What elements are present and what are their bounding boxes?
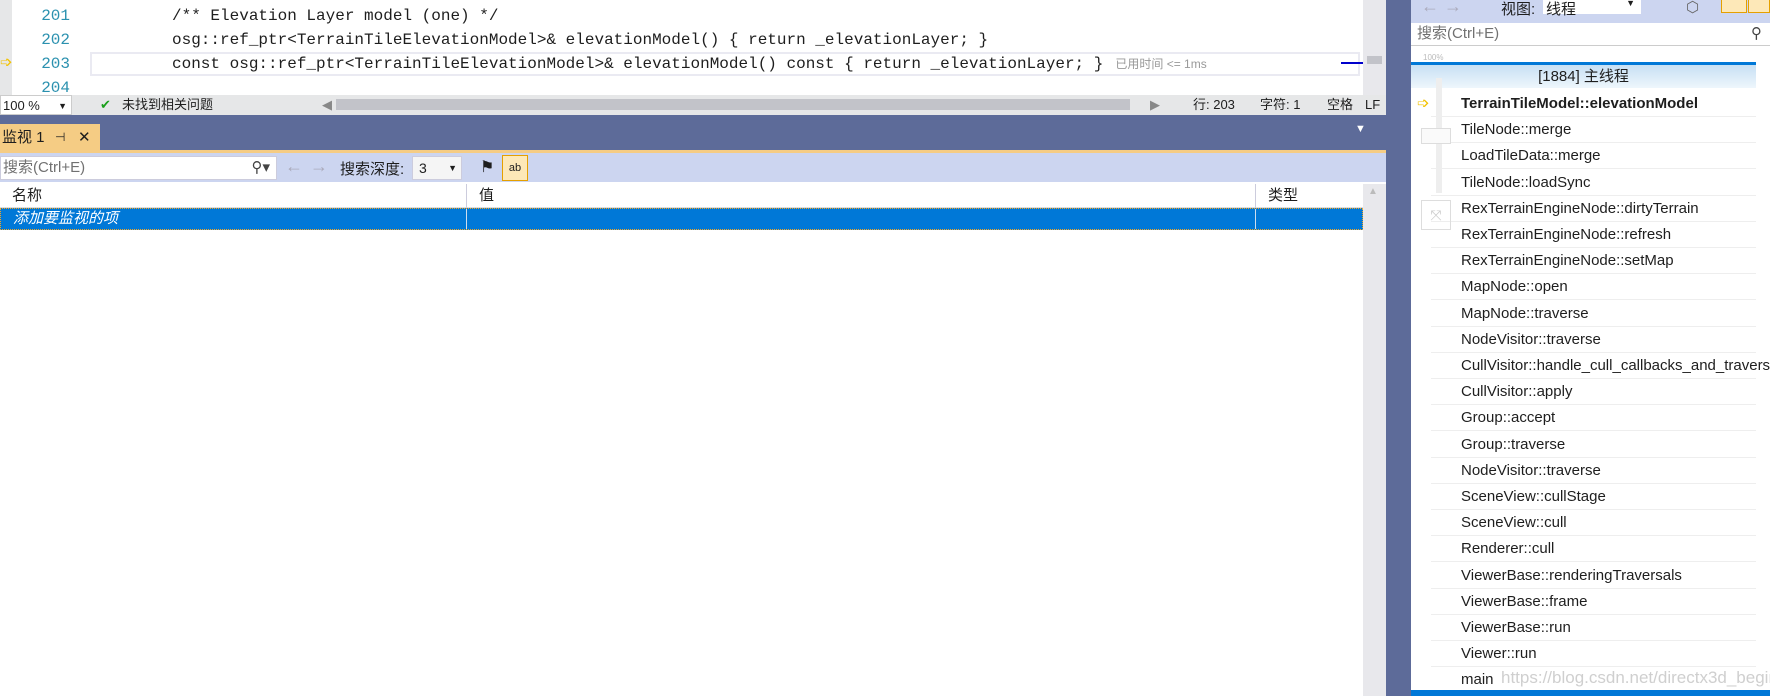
parallel-stacks-toolbar: ← → 视图: 线程 ▼ ⬡ — [1411, 0, 1770, 24]
caret-marker — [1341, 62, 1363, 64]
watch-toolbar: 搜索(Ctrl+E) ⚲▾ ← → 搜索深度: 3 ▼ ⚑ ab — [0, 150, 1386, 182]
zoom-select[interactable]: 100 % ▼ — [0, 95, 72, 115]
eol-indicator[interactable]: LF — [1365, 95, 1380, 115]
line-indicator[interactable]: 行: 203 — [1193, 95, 1235, 115]
chevron-down-icon: ▼ — [448, 163, 457, 173]
chevron-down-icon: ▼ — [1626, 0, 1635, 8]
close-icon[interactable]: ✕ — [78, 124, 91, 151]
hex-display-toggle-icon[interactable]: ab — [502, 155, 528, 181]
call-stack-panel: ← → 视图: 线程 ▼ ⬡ 搜索(Ctrl+E) ⚲ 100% [1884] 主线… — [1411, 0, 1770, 696]
code-line[interactable]: 201 /** Elevation Layer model (one) */ — [0, 4, 1363, 28]
stack-frame[interactable]: MapNode::open — [1431, 274, 1756, 301]
watermark: https://blog.csdn.net/directx3d_beginner — [1501, 668, 1770, 687]
stack-frame[interactable]: SceneView::cull — [1431, 510, 1756, 537]
stack-frame[interactable]: NodeVisitor::traverse — [1431, 458, 1756, 484]
zoom-to-fit-icon[interactable]: ⤧ — [1421, 200, 1451, 230]
stack-frame-list: ➩ TerrainTileModel::elevationModelTileNod… — [1411, 91, 1770, 694]
check-icon: ✔ — [100, 97, 111, 112]
frame-label: TerrainTileModel::elevationModel — [1461, 95, 1698, 112]
stack-frame[interactable]: CullVisitor::apply — [1431, 379, 1756, 406]
panel-splitter[interactable] — [1386, 0, 1411, 696]
watch-panel-titlebar: 监视 1 ⊣ ✕ ▼ — [0, 115, 1386, 151]
auto-scroll-icon[interactable] — [1748, 0, 1770, 13]
thread-header: [1884] 主线程 — [1411, 62, 1756, 88]
search-depth-select[interactable]: 3 ▼ — [412, 156, 462, 180]
stack-frame[interactable]: ➩ TerrainTileModel::elevationModel — [1417, 91, 1756, 117]
zoom-level: 100% — [1423, 53, 1444, 62]
column-value[interactable]: 值 — [466, 184, 1255, 208]
whitespace-indicator[interactable]: 空格 — [1327, 95, 1353, 115]
current-statement-arrow-icon: ➩ — [0, 55, 13, 72]
code-line[interactable]: 204 — [0, 76, 1363, 95]
watch-vertical-scrollbar[interactable]: ▲ — [1363, 184, 1386, 696]
forward-arrow-icon[interactable]: → — [310, 156, 328, 177]
column-divider — [1255, 209, 1256, 229]
code-text: const osg::ref_ptr<TerrainTileElevationM… — [172, 55, 1104, 73]
editor-status-bar: 100 % ▼ ✔ 未找到相关问题 ◀ ▶ 行: 203 字符: 1 空格 LF — [0, 95, 1386, 115]
stack-frame[interactable]: ViewerBase::frame — [1431, 589, 1756, 615]
issues-status[interactable]: 未找到相关问题 — [122, 95, 213, 115]
column-divider — [466, 209, 467, 229]
3d-view-icon[interactable]: ⬡ — [1686, 0, 1699, 16]
view-label: 视图: — [1501, 1, 1536, 18]
line-number: 202 — [41, 31, 70, 49]
pin-filter-icon[interactable]: ⚑ — [480, 157, 494, 177]
stack-frame[interactable]: Group::traverse — [1431, 432, 1756, 458]
line-number: 204 — [41, 79, 70, 95]
code-text: /** Elevation Layer model (one) */ — [172, 7, 499, 25]
zoom-slider-thumb[interactable] — [1421, 128, 1451, 144]
scroll-right-icon[interactable]: ▶ — [1150, 95, 1160, 115]
stack-frame[interactable]: Group::accept — [1431, 405, 1756, 432]
dropdown-icon[interactable]: ▼ — [1355, 123, 1366, 135]
stack-frame[interactable]: MapNode::traverse — [1431, 301, 1756, 327]
column-type[interactable]: 类型 — [1255, 184, 1363, 208]
stack-frame[interactable]: ViewerBase::renderingTraversals — [1431, 563, 1756, 589]
editor-vertical-scrollbar[interactable] — [1341, 0, 1386, 95]
pin-icon[interactable]: ⊣ — [55, 124, 65, 151]
chevron-down-icon: ▼ — [58, 101, 67, 111]
call-stack-search-input[interactable]: 搜索(Ctrl+E) ⚲ — [1411, 23, 1770, 46]
stack-frame[interactable]: Renderer::cull — [1431, 536, 1756, 563]
back-arrow-icon[interactable]: ← → — [1421, 0, 1462, 17]
column-name[interactable]: 名称 — [0, 184, 466, 208]
code-text: osg::ref_ptr<TerrainTileElevationModel>&… — [172, 31, 989, 49]
scrollbar-thumb[interactable] — [1367, 56, 1382, 64]
scroll-up-icon[interactable]: ▲ — [1368, 186, 1378, 197]
search-icon[interactable]: ⚲▾ — [251, 157, 270, 179]
tab-watch-1[interactable]: 监视 1 ⊣ ✕ — [0, 124, 100, 151]
back-arrow-icon[interactable]: ← — [285, 156, 303, 177]
line-number: 203 — [41, 55, 70, 73]
stack-frame[interactable]: ViewerBase::run — [1431, 615, 1756, 641]
stack-frame[interactable]: Viewer::run — [1431, 641, 1756, 668]
current-frame-arrow-icon: ➩ — [1417, 95, 1430, 112]
search-depth-label: 搜索深度: — [340, 161, 405, 178]
stack-frame[interactable]: RexTerrainEngineNode::dirtyTerrain — [1431, 196, 1756, 222]
stack-frame[interactable]: LoadTileData::merge — [1431, 143, 1756, 170]
code-editor[interactable]: 201 /** Elevation Layer model (one) */ 20… — [0, 0, 1363, 95]
horizontal-scrollbar[interactable] — [336, 99, 1130, 110]
add-watch-row[interactable]: 添加要监视的项 — [0, 208, 1363, 230]
stack-frame[interactable]: RexTerrainEngineNode::refresh — [1431, 222, 1756, 248]
line-number: 201 — [41, 7, 70, 25]
view-select[interactable]: 线程 ▼ — [1543, 0, 1641, 18]
stack-frame[interactable]: TileNode::merge — [1431, 117, 1756, 144]
stack-frame[interactable]: NodeVisitor::traverse — [1431, 327, 1756, 353]
toggle-method-view-icon[interactable] — [1721, 0, 1747, 13]
code-line-current[interactable]: ➩ 203 const osg::ref_ptr<TerrainTileEleva… — [0, 52, 1363, 76]
stack-frame[interactable]: TileNode::loadSync — [1431, 170, 1756, 196]
stack-frame[interactable]: CullVisitor::handle_cull_callbacks_and_t… — [1431, 353, 1770, 379]
panel-bottom-border — [1411, 690, 1770, 696]
watch-grid-header: 名称 值 类型 — [0, 184, 1363, 208]
search-icon[interactable]: ⚲ — [1751, 23, 1762, 45]
add-watch-placeholder[interactable]: 添加要监视的项 — [1, 210, 118, 227]
char-indicator[interactable]: 字符: 1 — [1260, 95, 1300, 115]
code-line[interactable]: 202 osg::ref_ptr<TerrainTileElevationMode… — [0, 28, 1363, 52]
stack-frame[interactable]: SceneView::cullStage — [1431, 484, 1756, 510]
scroll-left-icon[interactable]: ◀ — [322, 95, 332, 115]
stack-frame[interactable]: RexTerrainEngineNode::setMap — [1431, 248, 1756, 275]
watch-search-input[interactable]: 搜索(Ctrl+E) ⚲▾ — [0, 156, 277, 180]
